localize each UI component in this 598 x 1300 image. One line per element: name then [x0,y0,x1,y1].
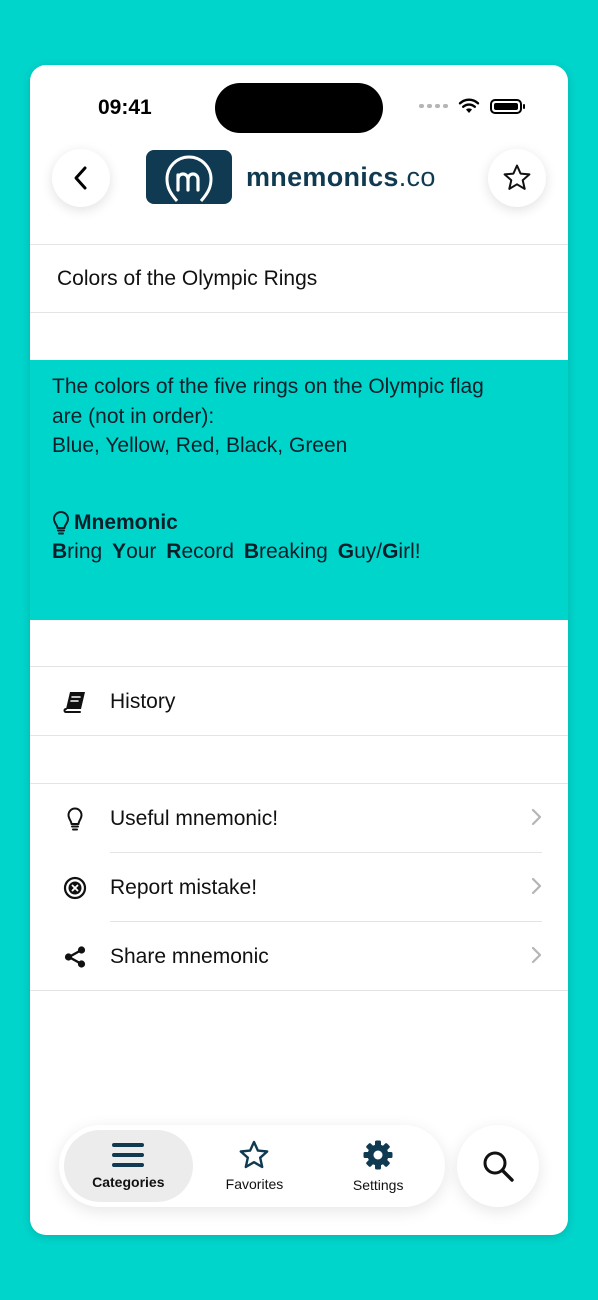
action-label: Useful mnemonic! [110,806,279,830]
star-outline-icon [503,164,531,190]
mnemonic-word-rest: reaking [258,539,328,563]
description-line: The colors of the five rings on the Olym… [52,375,484,398]
favorite-button[interactable] [488,149,546,207]
mnemonic-card: The colors of the five rings on the Olym… [30,360,568,620]
action-label: Report mistake! [110,875,258,899]
mnemonic-word-rest: irl! [398,539,421,563]
mnemonic-letter: G [382,539,399,563]
lightbulb-icon [67,807,83,830]
action-label: Share mnemonic [110,944,269,968]
tab-label: Settings [352,1177,404,1193]
logo-bulb-icon [165,155,213,202]
status-icons [419,98,525,114]
mnemonic-phrase: Bring Your Record Breaking Guy/Girl! [52,540,546,564]
tab-bar: Categories Favorites Settings [59,1125,445,1207]
back-button[interactable] [52,149,110,207]
signal-icon [419,104,448,108]
menu-icon [112,1143,145,1167]
chevron-left-icon [74,166,87,190]
action-share-mnemonic[interactable]: Share mnemonic [30,922,568,991]
logo-wordmark: mnemonics.co [246,162,436,193]
app-logo: mnemonics.co [146,150,436,204]
lightbulb-icon [53,510,69,534]
tab-label: Categories [92,1174,165,1190]
mnemonic-description: The colors of the five rings on the Olym… [52,372,546,461]
logo-brand: mnemonics [246,161,399,192]
circle-x-icon [63,876,87,899]
mnemonic-word-rest: ring [67,539,103,563]
history-row[interactable]: History [30,667,568,736]
share-icon [64,945,86,968]
wifi-icon [458,98,480,113]
chevron-right-icon [531,808,542,826]
mnemonic-word-rest: our [126,539,157,563]
chevron-right-icon [531,877,542,895]
action-useful-mnemonic[interactable]: Useful mnemonic! [30,784,568,853]
mnemonic-heading-label: Mnemonic [74,510,178,534]
mnemonic-word-rest: ecord [181,539,234,563]
mnemonic-heading: Mnemonic [52,511,546,535]
dynamic-island [215,83,383,133]
mnemonic-word-rest: uy/ [354,539,383,563]
action-report-mistake[interactable]: Report mistake! [30,853,568,922]
divider [30,990,568,991]
mnemonic-title: Colors of the Olympic Rings [57,266,318,290]
tab-categories[interactable]: Categories [64,1130,193,1202]
divider [30,735,568,736]
chevron-right-icon [531,946,542,964]
search-button[interactable] [457,1125,539,1207]
description-line: are (not in order): [52,404,215,428]
mnemonic-letter: Y [112,539,127,563]
star-icon [240,1140,269,1169]
tab-favorites[interactable]: Favorites [193,1130,317,1202]
mnemonic-letter: B [52,539,68,563]
gear-icon [363,1140,393,1170]
mnemonic-letter: B [243,539,259,563]
description-line: Blue, Yellow, Red, Black, Green [52,434,348,457]
status-time: 09:41 [98,96,152,119]
tab-label: Favorites [225,1176,284,1192]
mnemonic-letter: G [337,539,355,563]
book-icon [63,691,85,713]
divider [30,312,568,313]
mnemonic-letter: R [166,539,182,563]
history-label: History [110,689,176,713]
logo-suffix: .co [398,161,436,192]
mnemonic-title-row: Colors of the Olympic Rings [30,244,568,313]
logo-mark [146,150,232,204]
app-screen: 09:41 mnemonics.co Colors of the Olympic… [30,65,568,1235]
search-icon [483,1151,514,1182]
battery-icon [490,98,525,114]
tab-settings[interactable]: Settings [316,1130,440,1202]
